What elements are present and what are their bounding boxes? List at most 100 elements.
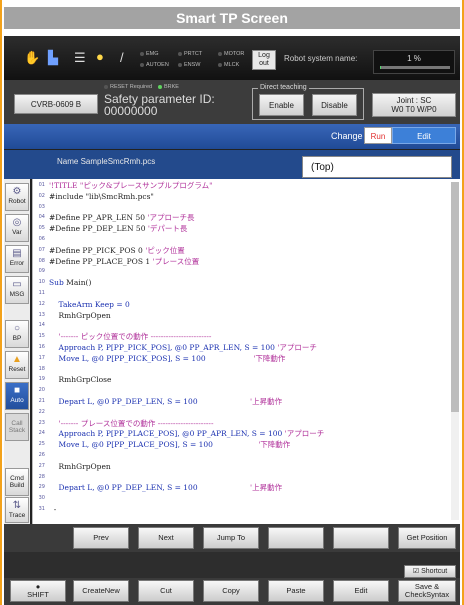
code-line[interactable]: 16 Approach P, P[PP_PICK_POS], @0 PP_APR… xyxy=(33,343,317,352)
var-button[interactable]: ◎ Var xyxy=(5,214,29,242)
code-line[interactable]: 31 - xyxy=(33,505,57,514)
hand-icon[interactable]: ✋ xyxy=(24,50,40,66)
code-comment: '上昇動作 xyxy=(197,483,283,493)
code-line[interactable]: 26 xyxy=(33,451,49,460)
jump-to-button[interactable]: Jump To xyxy=(203,527,259,549)
code-line[interactable]: 14 xyxy=(33,321,49,330)
paste-button[interactable]: Paste xyxy=(268,580,324,602)
function-button-empty-1[interactable] xyxy=(268,527,324,549)
code-text: #include "lib\SmcRmh.pcs" xyxy=(49,191,154,201)
msg-button[interactable]: ▭ MSG xyxy=(5,276,29,304)
code-comment: '上昇動作 xyxy=(197,397,283,406)
code-line[interactable]: 30 xyxy=(33,494,49,503)
code-line[interactable]: 19 RmhGrpClose xyxy=(33,375,112,384)
light-bulb-icon[interactable]: ● xyxy=(96,49,104,64)
code-line[interactable]: 07 #Define PP_PICK_POS 0 'ピック位置 xyxy=(33,246,185,255)
function-button-empty-2[interactable] xyxy=(333,527,389,549)
code-line[interactable]: 28 xyxy=(33,473,49,482)
bp-button[interactable]: ○ BP xyxy=(5,320,29,348)
code-line[interactable]: 22 xyxy=(33,408,49,417)
line-number: 05 xyxy=(38,225,45,232)
code-line[interactable]: 02 #include "lib\SmcRmh.pcs" xyxy=(33,192,154,201)
line-number: 06 xyxy=(38,236,45,242)
line-number: 11 xyxy=(38,290,45,296)
code-line[interactable]: 23 '------- プレース位置での動作 -----------------… xyxy=(33,418,214,428)
code-comment: 'デパート長 xyxy=(147,224,188,234)
controller-button[interactable]: CVRB-0609 B xyxy=(14,94,98,114)
scrollbar-thumb[interactable] xyxy=(451,182,459,412)
direct-teaching-label: Direct teaching xyxy=(258,84,309,91)
code-line[interactable]: 24 Approach P, P[PP_PLACE_POS], @0 PP_AP… xyxy=(33,429,325,438)
code-line[interactable]: 13 RmhGrpOpen xyxy=(33,311,111,320)
create-new-button[interactable]: CreateNew xyxy=(73,580,129,602)
edit-button[interactable]: Edit xyxy=(333,580,389,602)
breakpoint-icon: ○ xyxy=(13,323,21,334)
robot-button[interactable]: ⚙ Robot xyxy=(5,183,29,211)
code-line[interactable]: 21 Depart L, @0 PP_DEP_LEN, S = 100 '上昇動… xyxy=(33,397,282,406)
line-number: 12 xyxy=(38,300,45,307)
code-line[interactable]: 18 xyxy=(33,365,49,374)
line-number: 22 xyxy=(38,408,45,415)
line-number: 03 xyxy=(38,203,45,210)
auto-icon: ■ xyxy=(13,385,21,396)
code-line[interactable]: 04 #Define PP_APR_LEN 50 'アプローチ長 xyxy=(33,213,195,222)
auto-button[interactable]: ■ Auto xyxy=(5,382,29,410)
code-line[interactable]: 25 Move L, @0 P[PP_PLACE_POS], S = 100 '… xyxy=(33,440,291,449)
code-line[interactable]: 06 xyxy=(33,235,49,244)
program-name: Name SampleSmcRmh.pcs xyxy=(57,157,156,166)
code-line[interactable]: 01 '!TITLE "ピック&プレースサンプルプログラム" xyxy=(33,181,213,190)
next-button[interactable]: Next xyxy=(138,527,194,549)
code-text: Sub xyxy=(49,278,67,288)
code-line[interactable]: 12 TakeArm Keep = 0 xyxy=(33,300,130,309)
editor-scrollbar[interactable] xyxy=(451,182,459,520)
prev-button[interactable]: Prev xyxy=(73,527,129,549)
system-name-label: Robot system name: xyxy=(284,54,358,63)
code-line[interactable]: 29 Depart L, @0 PP_DEP_LEN, S = 100 '上昇動… xyxy=(33,483,282,492)
line-number: 29 xyxy=(38,484,45,491)
reset-button[interactable]: ▲ Reset xyxy=(5,351,29,379)
indicator-motor: MOTOR xyxy=(218,51,244,57)
code-line[interactable]: 05 #Define PP_DEP_LEN 50 'デパート長 xyxy=(33,224,188,234)
logout-button[interactable]: Log out xyxy=(252,50,276,70)
code-comment: '------- プレース位置での動作 --------------------… xyxy=(49,418,214,428)
line-number: 19 xyxy=(38,376,45,383)
line-number: 28 xyxy=(38,473,45,480)
joint-mode-line1: Joint : SC xyxy=(396,96,432,105)
joint-mode-button[interactable]: Joint : SC W0 T0 W/P0 xyxy=(372,93,456,117)
disable-button[interactable]: Disable xyxy=(312,94,357,116)
code-text: Main() xyxy=(66,278,92,288)
code-line[interactable]: 08 #Define PP_PLACE_POS 1 'プレース位置 xyxy=(33,257,200,266)
code-line[interactable]: 15 '------- ピック位置での動作 ------------------… xyxy=(33,332,212,341)
shortcut-icon: ☑ xyxy=(412,568,420,575)
cmd-build-button[interactable]: Cmd Build xyxy=(5,468,29,496)
code-line[interactable]: 03 xyxy=(33,203,49,212)
pen-icon[interactable]: / xyxy=(120,50,124,65)
error-button[interactable]: ▤ Error xyxy=(5,245,29,273)
copy-button[interactable]: Copy xyxy=(203,580,259,602)
code-comment: 'アプローチ xyxy=(277,343,317,352)
speed-bar-fill xyxy=(380,66,381,69)
line-number: 21 xyxy=(38,398,45,404)
shift-button[interactable]: ● SHIFT xyxy=(10,580,66,602)
get-position-button[interactable]: Get Position xyxy=(398,527,456,549)
code-line[interactable]: 09 xyxy=(33,267,49,276)
code-text: #Define PP_DEP_LEN 50 xyxy=(49,224,148,234)
code-line[interactable]: 27 RmhGrpOpen xyxy=(33,462,111,471)
code-line[interactable]: 17 Move L, @0 P[PP_PICK_POS], S = 100 '下… xyxy=(33,354,286,363)
trace-button[interactable]: ⇅ Trace xyxy=(5,497,29,523)
shortcut-button[interactable]: ☑ Shortcut xyxy=(404,565,456,578)
code-line[interactable]: 20 xyxy=(33,386,49,395)
code-line[interactable]: 10 Sub Main() xyxy=(33,278,92,288)
enable-button[interactable]: Enable xyxy=(259,94,304,116)
run-mode-button[interactable]: Run xyxy=(364,127,392,144)
code-line[interactable]: 11 xyxy=(33,289,49,298)
call-stack-button[interactable]: Call Stack xyxy=(5,413,29,441)
speed-display[interactable]: 1 % xyxy=(373,50,455,74)
cut-button[interactable]: Cut xyxy=(138,580,194,602)
edit-mode-button[interactable]: Edit xyxy=(392,127,456,144)
procedure-selector[interactable]: (Top) xyxy=(302,156,452,178)
save-check-syntax-button[interactable]: Save & CheckSyntax xyxy=(398,580,456,602)
robot-icon[interactable]: ▙ xyxy=(48,50,58,66)
code-text: - xyxy=(49,505,57,514)
list-icon[interactable]: ☰ xyxy=(74,50,86,66)
